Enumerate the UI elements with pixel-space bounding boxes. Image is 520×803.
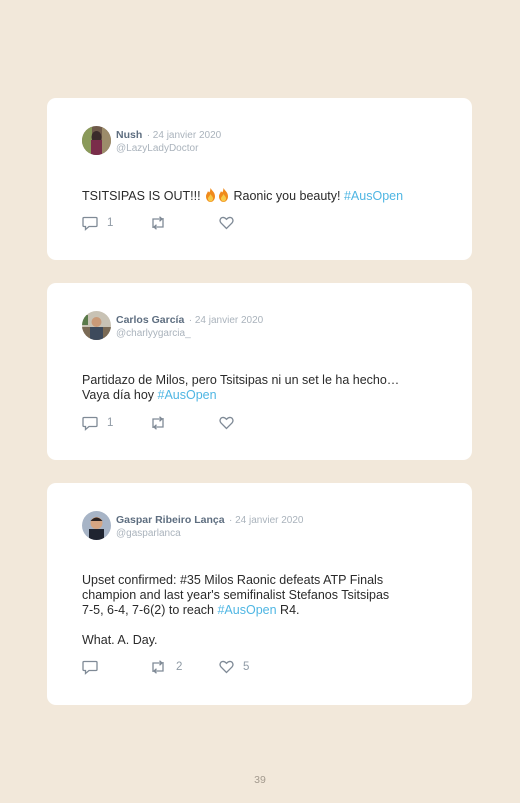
heart-icon [219, 216, 234, 230]
like-button[interactable]: 5 [219, 659, 249, 675]
author-name[interactable]: Nush [116, 129, 142, 141]
retweet-icon [152, 660, 164, 674]
avatar[interactable] [82, 126, 111, 155]
retweet-count: 2 [176, 661, 183, 673]
hashtag-link[interactable]: #AusOpen [344, 189, 403, 203]
author-handle[interactable]: @gasparlanca [116, 527, 304, 540]
tweet-date: · 24 janvier 2020 [146, 130, 222, 141]
tweet-text: Upset confirmed: #35 Milos Raonic defeat… [82, 573, 390, 647]
tweet-card: Carlos García · 24 janvier 2020 @charlyy… [47, 283, 472, 460]
tweet-text: Partidazo de Milos, pero Tsitsipas ni un… [82, 373, 400, 402]
like-count: 5 [243, 661, 250, 673]
fire-icon [204, 188, 217, 206]
page-number: 39 [254, 774, 266, 786]
heart-icon [219, 660, 234, 674]
retweet-icon [152, 216, 164, 230]
avatar[interactable] [82, 311, 111, 340]
like-button[interactable] [219, 215, 243, 231]
reply-button[interactable]: 1 [82, 215, 113, 231]
reply-icon [82, 660, 98, 675]
reply-count: 1 [107, 217, 114, 229]
author-handle[interactable]: @charlyygarcia_ [116, 327, 263, 340]
heart-icon [219, 416, 234, 430]
retweet-button[interactable] [149, 215, 176, 231]
retweet-button[interactable]: 2 [149, 659, 182, 675]
like-button[interactable] [219, 415, 243, 431]
reply-button[interactable] [82, 659, 107, 675]
reply-count: 1 [107, 417, 114, 429]
author-name[interactable]: Carlos García [116, 314, 184, 326]
hashtag-link[interactable]: #AusOpen [158, 388, 217, 402]
retweet-button[interactable] [149, 415, 176, 431]
tweet-card: Gaspar Ribeiro Lança · 24 janvier 2020 @… [47, 483, 472, 705]
tweet-card: Nush · 24 janvier 2020 @LazyLadyDoctor T… [47, 98, 472, 260]
hashtag-link[interactable]: #AusOpen [217, 603, 276, 617]
reply-icon [82, 216, 98, 231]
reply-icon [82, 416, 98, 431]
tweet-header: Gaspar Ribeiro Lança · 24 janvier 2020 @… [116, 512, 304, 540]
author-name[interactable]: Gaspar Ribeiro Lança [116, 514, 225, 526]
tweet-date: · 24 janvier 2020 [229, 515, 304, 526]
fire-icon [217, 188, 230, 206]
author-handle[interactable]: @LazyLadyDoctor [116, 142, 221, 155]
reply-button[interactable]: 1 [82, 415, 113, 431]
avatar[interactable] [82, 511, 111, 540]
tweet-date: · 24 janvier 2020 [188, 315, 264, 326]
retweet-icon [152, 416, 164, 430]
tweet-header: Carlos García · 24 janvier 2020 @charlyy… [116, 312, 263, 340]
tweet-text: TSITSIPAS IS OUT!!! Raonic you beauty! #… [82, 173, 442, 206]
tweet-header: Nush · 24 janvier 2020 @LazyLadyDoctor [116, 127, 221, 155]
